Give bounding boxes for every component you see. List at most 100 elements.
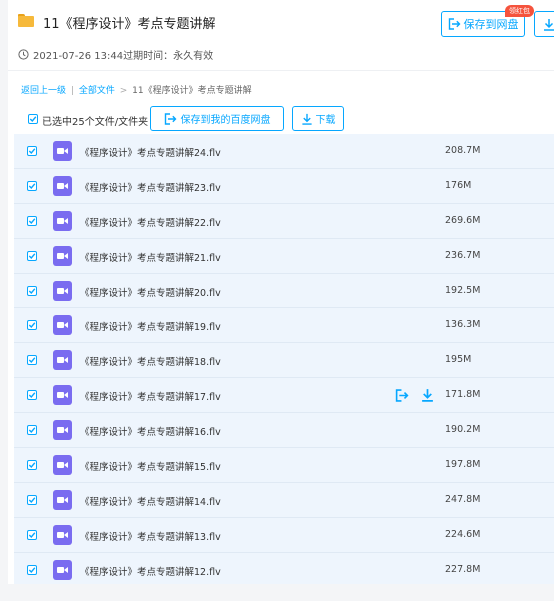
file-size: 171.8M	[445, 389, 481, 401]
file-name[interactable]: 《程序设计》考点专题讲解17.flv	[80, 389, 221, 403]
file-checkbox[interactable]	[27, 180, 37, 191]
file-row[interactable]: 《程序设计》考点专题讲解22.flv 269.6M	[14, 203, 554, 239]
file-row[interactable]: 《程序设计》考点专题讲解23.flv 176M	[14, 168, 554, 204]
divider	[8, 70, 554, 71]
checkbox-checked-icon	[28, 218, 36, 224]
file-checkbox[interactable]	[27, 285, 37, 296]
share-header: 11《程序设计》考点专题讲解 保存到网盘 领红包 2021-07-26 13:4…	[8, 0, 554, 70]
breadcrumb-current: 11《程序设计》考点专题讲解	[132, 86, 252, 96]
selected-count: 已选中25个文件/文件夹	[42, 117, 149, 128]
file-row[interactable]: 《程序设计》考点专题讲解15.flv 197.8M	[14, 448, 554, 483]
red-packet-badge: 领红包	[505, 5, 534, 17]
download-button[interactable]: 下载	[292, 106, 344, 131]
checkbox-checked-icon	[28, 287, 36, 294]
select-all-checkbox[interactable]	[28, 114, 38, 124]
file-name[interactable]: 《程序设计》考点专题讲解18.flv	[80, 354, 221, 368]
checkbox-checked-icon	[28, 462, 36, 469]
row-download-button[interactable]	[421, 387, 434, 406]
file-name[interactable]: 《程序设计》考点专题讲解12.flv	[80, 564, 221, 578]
file-name[interactable]: 《程序设计》考点专题讲解16.flv	[80, 424, 221, 438]
checkbox-checked-icon	[28, 148, 36, 155]
file-name[interactable]: 《程序设计》考点专题讲解21.flv	[80, 250, 221, 264]
file-checkbox[interactable]	[27, 390, 37, 401]
page-title: 11《程序设计》考点专题讲解	[43, 17, 216, 32]
breadcrumb-arrow: >	[119, 86, 128, 96]
file-size: 136.3M	[445, 319, 481, 331]
file-row[interactable]: 《程序设计》考点专题讲解17.flv 171.8M	[14, 378, 554, 414]
file-checkbox[interactable]	[27, 146, 37, 156]
file-checkbox[interactable]	[27, 529, 37, 540]
file-size: 197.8M	[445, 459, 481, 471]
file-name[interactable]: 《程序设计》考点专题讲解15.flv	[80, 459, 221, 473]
file-name[interactable]: 《程序设计》考点专题讲解23.flv	[80, 180, 221, 194]
file-size: 236.7M	[445, 249, 481, 261]
file-size: 192.5M	[445, 284, 481, 296]
download-icon	[544, 18, 554, 31]
save-to-baidu-label: 保存到我的百度网盘	[180, 115, 271, 126]
file-toolbar: 已选中25个文件/文件夹 保存到我的百度网盘 下载	[8, 104, 554, 134]
save-to-cloud-icon	[164, 112, 176, 125]
file-size: 208.7M	[445, 145, 481, 156]
file-name[interactable]: 《程序设计》考点专题讲解13.flv	[80, 529, 221, 543]
breadcrumb-back-link[interactable]: 返回上一级	[21, 86, 66, 96]
checkbox-checked-icon	[29, 116, 37, 123]
file-checkbox[interactable]	[27, 494, 37, 505]
video-file-icon	[53, 315, 72, 336]
file-list: 《程序设计》考点专题讲解24.flv 208.7M 《程序设计》考点专题讲解23.f…	[14, 134, 554, 584]
file-size: 190.2M	[445, 424, 481, 436]
download-top-button[interactable]	[534, 11, 554, 37]
share-panel: 11《程序设计》考点专题讲解 保存到网盘 领红包 2021-07-26 13:4…	[8, 0, 554, 584]
file-checkbox[interactable]	[27, 215, 37, 226]
share-time-expiry: 2021-07-26 13:44过期时间：永久有效	[33, 51, 214, 62]
video-file-icon	[53, 524, 72, 545]
checkbox-checked-icon	[28, 392, 36, 399]
video-file-icon	[53, 280, 72, 301]
file-row[interactable]: 《程序设计》考点专题讲解14.flv 247.8M	[14, 482, 554, 518]
download-icon	[301, 113, 312, 125]
file-size: 227.8M	[445, 563, 481, 575]
file-checkbox[interactable]	[27, 320, 37, 331]
file-row[interactable]: 《程序设计》考点专题讲解18.flv 195M	[14, 343, 554, 379]
video-file-icon	[53, 420, 72, 441]
row-actions	[395, 387, 434, 406]
save-to-cloud-icon	[395, 389, 409, 402]
clock-icon	[18, 49, 29, 60]
video-file-icon	[53, 175, 72, 196]
file-row[interactable]: 《程序设计》考点专题讲解16.flv 190.2M	[14, 413, 554, 449]
file-row[interactable]: 《程序设计》考点专题讲解21.flv 236.7M	[14, 238, 554, 274]
file-checkbox[interactable]	[27, 250, 37, 261]
file-row[interactable]: 《程序设计》考点专题讲解13.flv 224.6M	[14, 517, 554, 553]
checkbox-checked-icon	[28, 183, 36, 189]
file-checkbox[interactable]	[27, 460, 37, 471]
file-size: 195M	[445, 354, 472, 366]
checkbox-checked-icon	[28, 357, 36, 364]
file-name[interactable]: 《程序设计》考点专题讲解24.flv	[80, 145, 221, 159]
file-name[interactable]: 《程序设计》考点专题讲解19.flv	[80, 319, 221, 333]
save-to-baidu-button[interactable]: 保存到我的百度网盘	[150, 106, 284, 131]
file-row[interactable]: 《程序设计》考点专题讲解24.flv 208.7M	[14, 134, 554, 169]
file-size: 176M	[445, 179, 472, 191]
file-name[interactable]: 《程序设计》考点专题讲解22.flv	[80, 215, 221, 229]
file-row[interactable]: 《程序设计》考点专题讲解20.flv 192.5M	[14, 273, 554, 309]
checkbox-checked-icon	[28, 253, 36, 259]
file-row[interactable]: 《程序设计》考点专题讲解19.flv 136.3M	[14, 308, 554, 344]
file-checkbox[interactable]	[27, 564, 37, 575]
row-save-button[interactable]	[395, 387, 409, 406]
video-file-icon	[53, 559, 72, 580]
checkbox-checked-icon	[28, 497, 36, 503]
save-to-cloud-icon	[448, 18, 460, 30]
video-file-icon	[53, 210, 72, 231]
video-file-icon	[53, 455, 72, 476]
save-to-netdisk-label: 保存到网盘	[463, 18, 519, 31]
file-row[interactable]: 《程序设计》考点专题讲解12.flv 227.8M	[14, 552, 554, 584]
file-checkbox[interactable]	[27, 355, 37, 366]
file-checkbox[interactable]	[27, 425, 37, 436]
file-name[interactable]: 《程序设计》考点专题讲解20.flv	[80, 285, 221, 299]
file-size: 247.8M	[445, 493, 481, 505]
file-name[interactable]: 《程序设计》考点专题讲解14.flv	[80, 494, 221, 508]
share-meta: 2021-07-26 13:44过期时间：永久有效	[18, 47, 213, 62]
breadcrumb-separator: |	[70, 86, 74, 96]
breadcrumb-all-files-link[interactable]: 全部文件	[79, 86, 115, 96]
file-size: 224.6M	[445, 528, 481, 540]
video-file-icon	[53, 489, 72, 510]
